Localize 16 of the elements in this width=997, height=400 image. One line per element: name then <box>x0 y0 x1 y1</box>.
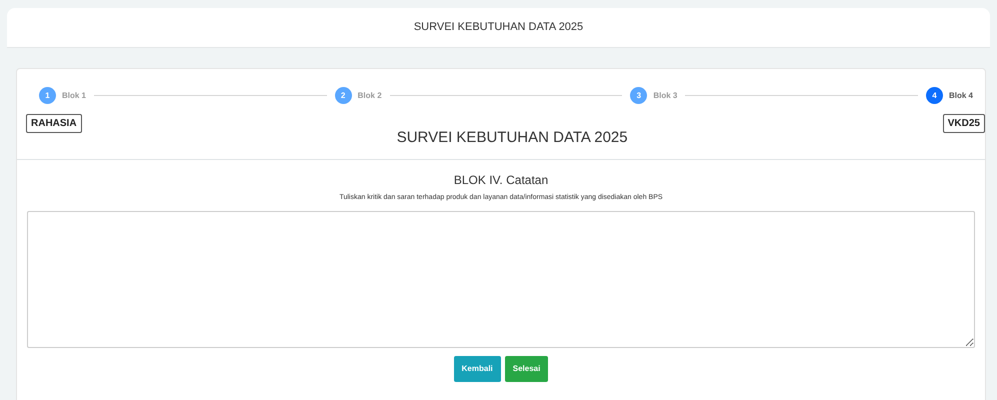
confidential-tag: RAHASIA <box>26 114 82 133</box>
step-label[interactable]: Blok 1 <box>62 90 86 102</box>
step-label[interactable]: Blok 4 <box>948 90 973 102</box>
form-code-tag: VKD25 <box>942 114 985 133</box>
form-title: SURVEI KEBUTUHAN DATA 2025 <box>396 128 628 148</box>
step-number[interactable]: 2 <box>334 87 352 104</box>
section-title: BLOK IV. Catatan <box>452 172 550 188</box>
step-number[interactable]: 3 <box>630 87 648 104</box>
step-number[interactable]: 1 <box>39 87 56 104</box>
notes-textarea[interactable] <box>27 211 975 348</box>
finish-button[interactable]: Selesai <box>504 356 548 382</box>
step-label[interactable]: Blok 2 <box>358 90 382 102</box>
step-number[interactable]: 4 <box>926 87 943 104</box>
page-title: SURVEI KEBUTUHAN DATA 2025 <box>414 20 584 36</box>
step-label[interactable]: Blok 3 <box>653 90 678 102</box>
back-button[interactable]: Kembali <box>454 356 501 382</box>
